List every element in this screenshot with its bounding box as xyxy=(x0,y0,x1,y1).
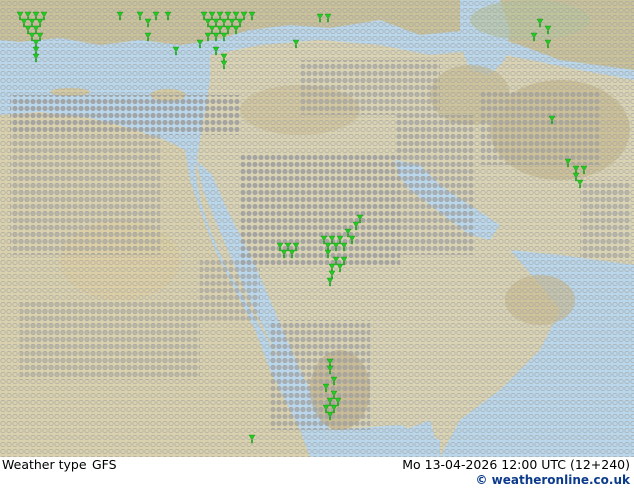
weather-map xyxy=(0,0,634,457)
credit-link[interactable]: © weatheronline.co.uk xyxy=(475,473,630,488)
map-footer: Weather type GFS Mo 13-04-2026 12:00 UTC… xyxy=(0,457,634,490)
valid-time-label: Mo 13-04-2026 12:00 UTC (12+240) xyxy=(402,457,630,472)
map-canvas xyxy=(0,0,634,457)
model-label: GFS xyxy=(92,457,117,472)
weather-type-label: Weather type xyxy=(2,457,87,472)
